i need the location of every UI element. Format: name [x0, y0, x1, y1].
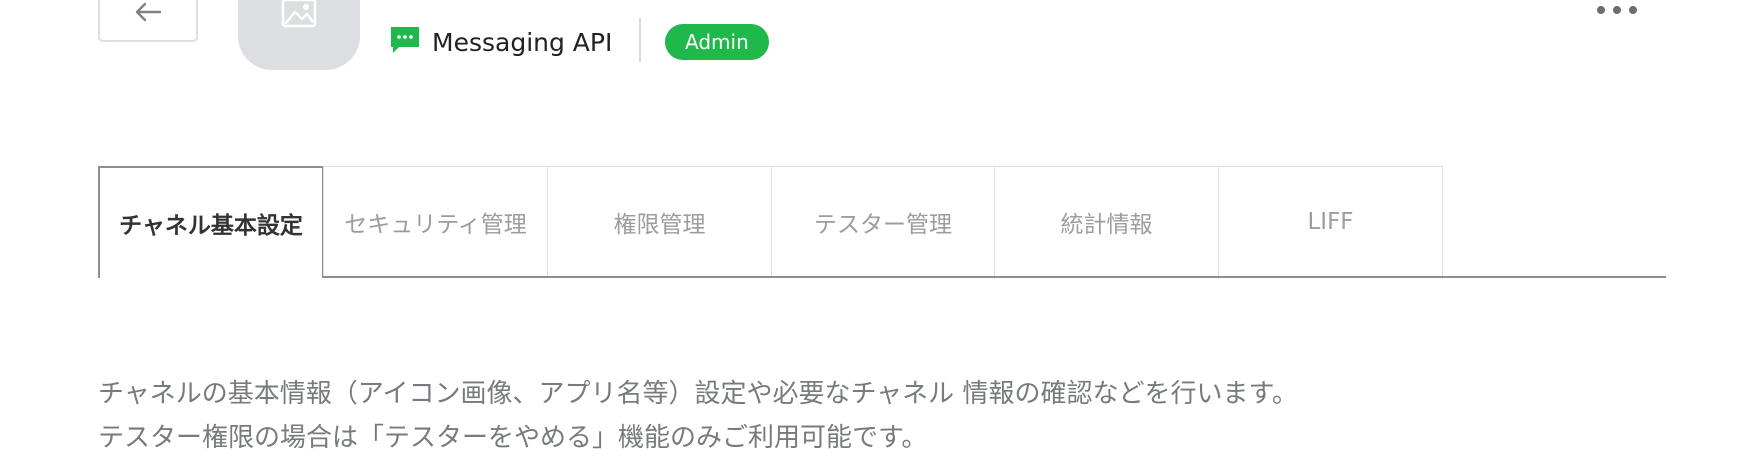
tab-testers[interactable]: テスター管理 — [771, 166, 995, 276]
tab-permissions[interactable]: 権限管理 — [547, 166, 772, 276]
channel-settings-page: Messaging API Admin チャネル基本設定 セキュリティ管理 権限… — [0, 0, 1762, 470]
more-button[interactable] — [1597, 2, 1637, 18]
description-line: チャネルの基本情報（アイコン画像、アプリ名等）設定や必要なチャネル 情報の確認な… — [98, 379, 1298, 409]
chat-bubble-icon — [390, 26, 420, 58]
api-type: Messaging API — [390, 26, 612, 58]
api-type-label: Messaging API — [432, 27, 613, 57]
more-horizontal-icon — [1597, 6, 1605, 14]
tab-statistics[interactable]: 統計情報 — [994, 166, 1219, 276]
role-badge: Admin — [665, 24, 769, 60]
settings-tabs: チャネル基本設定 セキュリティ管理 権限管理 テスター管理 統計情報 LIFF — [98, 166, 1666, 278]
tab-channel-basic-settings[interactable]: チャネル基本設定 — [98, 166, 324, 278]
arrow-left-icon — [133, 1, 163, 27]
back-button[interactable] — [98, 0, 198, 42]
tab-security[interactable]: セキュリティ管理 — [323, 166, 548, 276]
description-line: テスター権限の場合は「テスターをやめる」機能のみご利用可能です。 — [98, 423, 928, 453]
tab-liff[interactable]: LIFF — [1218, 166, 1443, 276]
header-divider — [639, 18, 641, 62]
image-placeholder-icon — [281, 0, 317, 32]
more-horizontal-icon — [1629, 6, 1637, 14]
channel-icon[interactable] — [238, 0, 360, 70]
more-horizontal-icon — [1613, 6, 1621, 14]
page-description: チャネルの基本情報（アイコン画像、アプリ名等）設定や必要なチャネル 情報の確認な… — [98, 372, 1298, 460]
